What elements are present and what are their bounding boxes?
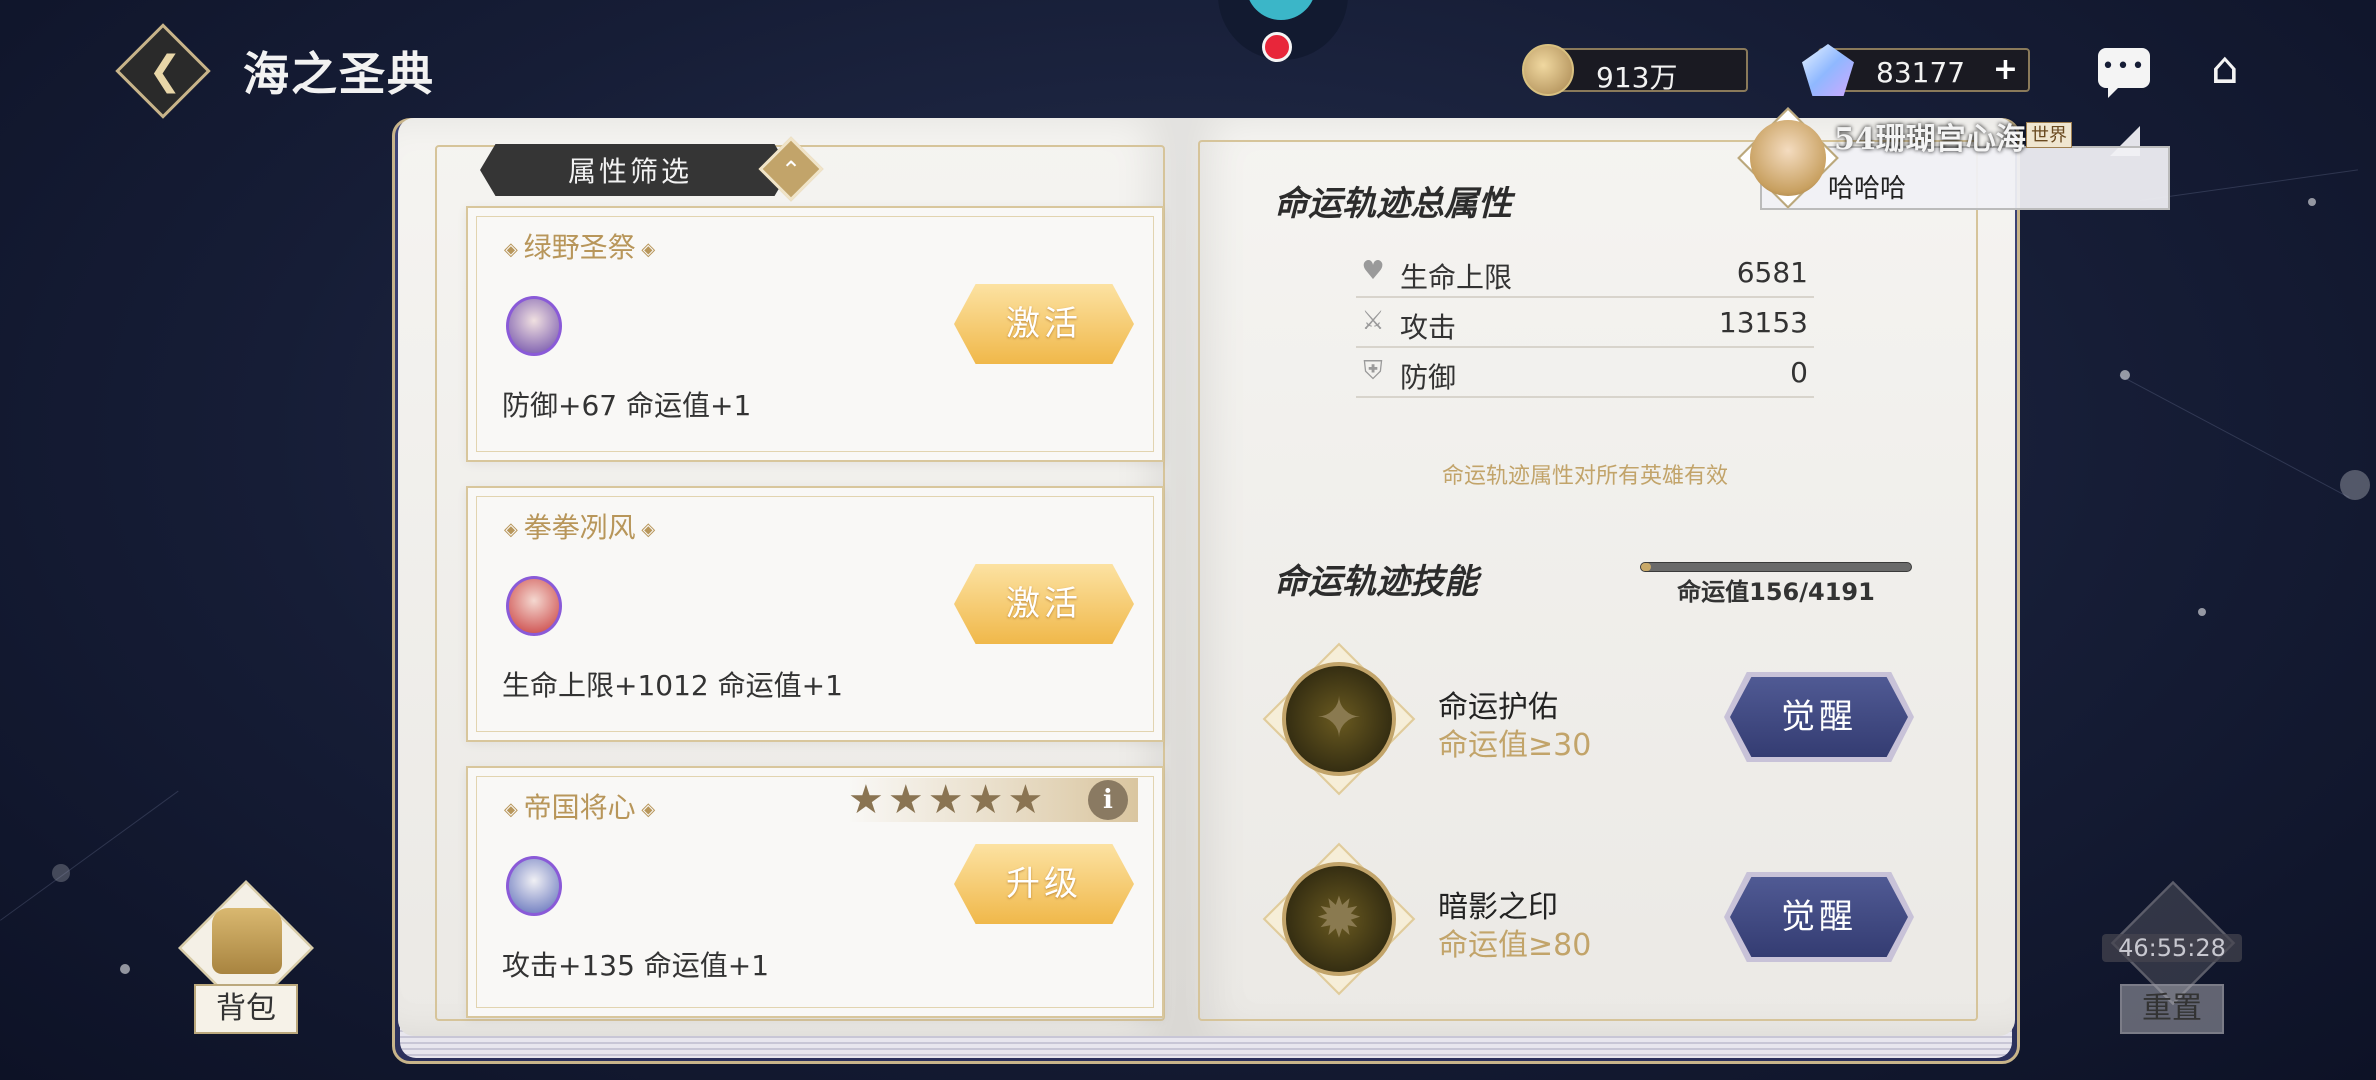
skill-emblem[interactable]: ✹ [1262, 842, 1416, 996]
activate-button[interactable]: 激活 [954, 284, 1134, 364]
card-bonus: 攻击+135 命运值+1 [502, 949, 770, 982]
gold-amount: 913万 [1596, 61, 1678, 94]
gold-coin-icon [1522, 44, 1574, 96]
fate-progress-text: 命运值156/4191 [1677, 578, 1875, 606]
bg-star [120, 964, 130, 974]
hero-avatar[interactable] [506, 856, 562, 916]
page-title: 海之圣典 [243, 47, 435, 101]
stat-row-attack: ⚔ 攻击 13153 [1356, 300, 1814, 348]
stat-label: 生命上限 [1400, 261, 1513, 294]
home-icon[interactable]: ⌂ [2198, 46, 2252, 92]
chevron-up-icon: ⌃ [780, 156, 802, 184]
stat-row-hp: ♥ 生命上限 6581 [1356, 250, 1814, 298]
constellation-line [0, 790, 179, 921]
notification-dot [1262, 32, 1292, 62]
reset-label[interactable]: 重置 [2120, 984, 2224, 1034]
stat-label: 防御 [1400, 361, 1457, 394]
gem-icon [1802, 44, 1854, 96]
stat-value: 6581 [1736, 256, 1808, 289]
upgrade-button[interactable]: 升级 [954, 844, 1134, 924]
skill-emblem[interactable]: ✦ [1262, 642, 1416, 796]
stat-row-defense: ⛨ 防御 0 [1356, 350, 1814, 398]
chat-dots-icon: ••• [2101, 54, 2147, 79]
stat-value: 0 [1790, 356, 1808, 389]
heart-icon: ♥ [1361, 256, 1385, 286]
shadow-seal-icon: ✹ [1315, 886, 1363, 951]
mascot-icon [1246, 0, 1316, 20]
card-title: 帝国将心 [504, 786, 655, 826]
card-title: 拳拳冽风 [504, 506, 655, 546]
hero-avatar[interactable] [506, 296, 562, 356]
back-icon: ❮ [148, 48, 182, 94]
gem-currency: 83177 + [1802, 44, 2030, 96]
shield-emblem-icon: ✦ [1315, 686, 1363, 751]
card-bonus: 防御+67 命运值+1 [502, 389, 752, 422]
awaken-button[interactable]: 觉醒 [1730, 877, 1908, 957]
constellation-line [2119, 375, 2350, 498]
chat-channel-tag: 世界 [2026, 122, 2072, 148]
fate-progress-fill [1641, 563, 1651, 571]
activate-button[interactable]: 激活 [954, 564, 1134, 644]
gem-amount: 83177 [1876, 56, 1966, 89]
reset-timer: 46:55:28 [2102, 934, 2242, 962]
chat-icon[interactable]: ••• [2098, 48, 2150, 98]
hero-avatar[interactable] [506, 576, 562, 636]
attributes-note: 命运轨迹属性对所有英雄有效 [1441, 464, 1728, 489]
chat-message: 哈哈哈 [1828, 174, 1907, 204]
add-gem-button[interactable]: + [1993, 52, 2018, 87]
fate-card: 绿野圣祭 防御+67 命运值+1 激活 [466, 206, 1164, 462]
sword-icon: ⚔ [1361, 306, 1385, 336]
skills-title: 命运轨迹技能 [1274, 562, 1478, 602]
card-bonus: 生命上限+1012 命运值+1 [502, 669, 843, 702]
shield-icon: ⛨ [1363, 356, 1383, 386]
skill-requirement: 命运值≥30 [1438, 728, 1592, 763]
info-icon[interactable]: i [1088, 780, 1128, 820]
stat-value: 13153 [1718, 306, 1808, 339]
gold-currency: 913万 [1522, 44, 1748, 96]
stat-label: 攻击 [1400, 311, 1457, 344]
chat-username: 54珊瑚宫心海 [1834, 122, 2026, 157]
fate-card: 拳拳冽风 生命上限+1012 命运值+1 激活 [466, 486, 1164, 742]
constellation-line [2140, 169, 2358, 201]
fate-progress-bar [1640, 562, 1912, 572]
bg-star [2198, 608, 2206, 616]
skill-requirement: 命运值≥80 [1438, 928, 1592, 963]
filter-label: 属性筛选 [567, 155, 692, 188]
total-attributes-title: 命运轨迹总属性 [1274, 184, 1512, 224]
awaken-button[interactable]: 觉醒 [1730, 677, 1908, 757]
backpack-icon [212, 908, 282, 974]
fate-card: ★★★★★ i 帝国将心 攻击+135 命运值+1 升级 [466, 766, 1164, 1018]
bag-label[interactable]: 背包 [194, 984, 298, 1034]
bg-star [2308, 198, 2316, 206]
avatar[interactable] [1750, 120, 1826, 196]
card-title: 绿野圣祭 [504, 226, 655, 266]
